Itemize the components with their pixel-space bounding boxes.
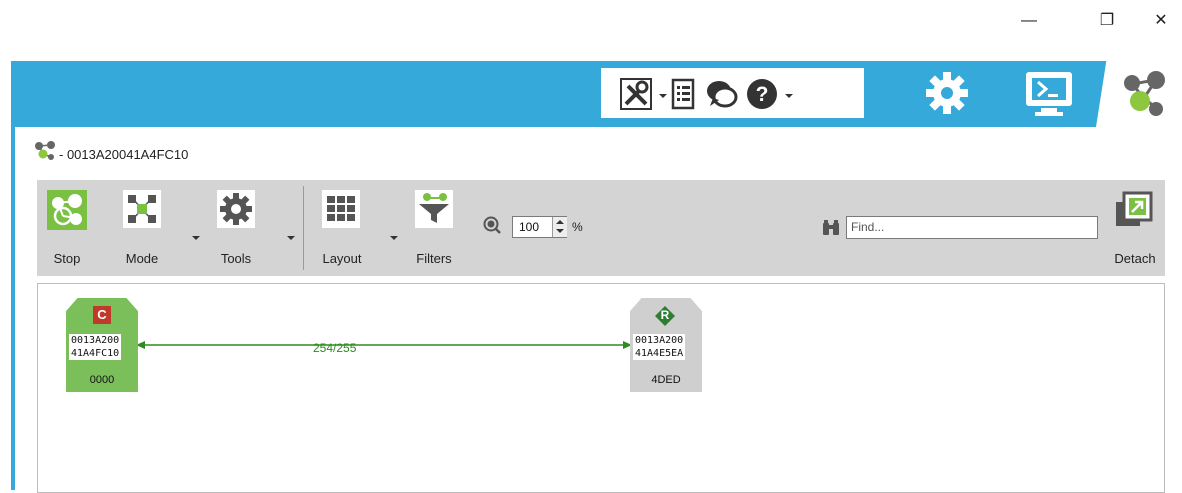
svg-text:?: ? — [756, 83, 769, 106]
router-badge: R — [660, 308, 670, 322]
tools-dropdown-caret-icon[interactable] — [287, 236, 295, 240]
zoom-value: 100 — [519, 220, 540, 234]
mode-dropdown-icon[interactable] — [192, 236, 200, 240]
network-icon[interactable] — [1118, 68, 1170, 125]
tools-label: Tools — [220, 251, 252, 266]
filters-label: Filters — [416, 251, 452, 266]
router-node[interactable]: R 0013A200 41A4E5EA 4DED — [630, 298, 702, 392]
chat-icon[interactable] — [705, 78, 739, 115]
node-id-line1: 0013A200 — [633, 334, 686, 347]
mode-label: Mode — [125, 251, 159, 266]
node-id-line2: 41A4FC10 — [69, 347, 122, 360]
node-net-address: 0000 — [89, 374, 115, 386]
top-band — [11, 61, 1182, 127]
list-icon[interactable] — [671, 78, 695, 115]
toolbar-separator — [303, 186, 304, 270]
find-placeholder: Find... — [851, 220, 885, 234]
restore-button[interactable]: ❐ — [1096, 10, 1118, 32]
binoculars-icon — [822, 219, 840, 242]
zoom-down-icon[interactable] — [556, 229, 564, 233]
coordinator-node[interactable]: C 0013A200 41A4FC10 0000 — [66, 298, 138, 392]
network-small-icon — [33, 140, 57, 167]
tools-dropdown-icon[interactable] — [659, 94, 667, 98]
detach-button[interactable] — [1114, 190, 1154, 230]
network-graph-canvas[interactable] — [37, 283, 1165, 493]
minimize-button[interactable]: — — [1018, 10, 1040, 32]
node-net-address: 4DED — [651, 374, 681, 386]
gear-icon[interactable] — [924, 70, 970, 121]
header-icon-strip: ? — [601, 68, 864, 118]
mode-button[interactable] — [123, 190, 161, 228]
layout-dropdown-icon[interactable] — [390, 236, 398, 240]
zoom-up-icon[interactable] — [556, 220, 564, 224]
page-title: - 0013A20041A4FC10 — [59, 147, 189, 162]
close-button[interactable]: ✕ — [1150, 10, 1172, 32]
zoom-unit: % — [572, 220, 583, 234]
link-label: 254/255 — [313, 341, 357, 355]
node-id-line2: 41A4E5EA — [633, 347, 686, 360]
left-accent-bar — [11, 127, 15, 490]
link-line[interactable] — [136, 338, 632, 352]
stop-label: Stop — [53, 251, 81, 266]
zoom-icon — [483, 216, 501, 239]
help-icon[interactable]: ? — [746, 78, 778, 115]
coordinator-badge: C — [93, 306, 111, 324]
layout-label: Layout — [322, 251, 362, 266]
find-input[interactable]: Find... — [846, 216, 1098, 239]
node-id-line1: 0013A200 — [69, 334, 122, 347]
console-icon[interactable] — [1024, 70, 1074, 123]
filters-button[interactable] — [415, 190, 453, 228]
zoom-stepper[interactable] — [552, 217, 567, 237]
layout-button[interactable] — [322, 190, 360, 228]
help-dropdown-icon[interactable] — [785, 94, 793, 98]
stop-button[interactable] — [47, 190, 87, 230]
detach-label: Detach — [1114, 251, 1156, 266]
tools-button[interactable] — [217, 190, 255, 228]
tools-icon[interactable] — [620, 78, 652, 115]
